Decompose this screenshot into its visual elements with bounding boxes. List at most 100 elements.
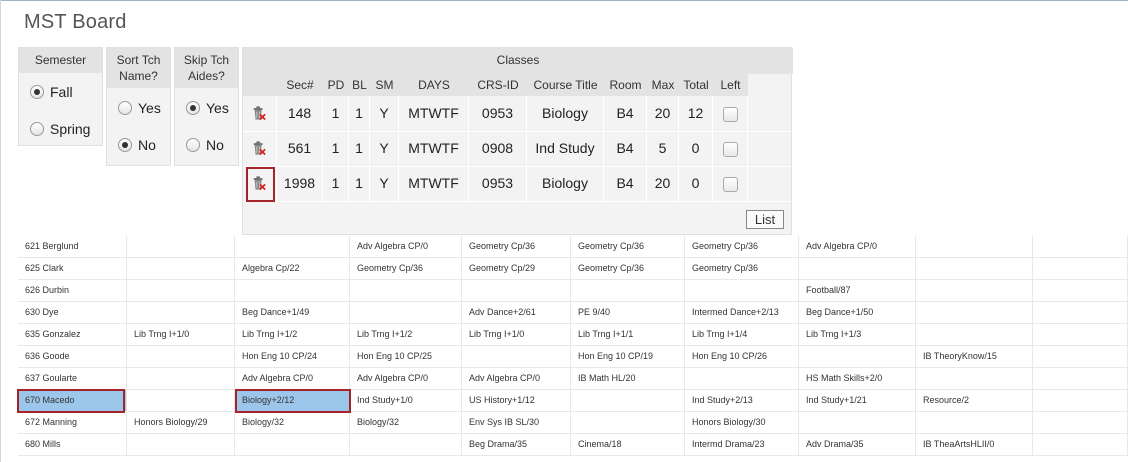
period-cell[interactable] bbox=[1033, 258, 1128, 279]
period-cell[interactable] bbox=[462, 346, 571, 367]
period-cell[interactable]: Geometry Cp/36 bbox=[685, 236, 799, 257]
period-cell[interactable] bbox=[1033, 236, 1128, 257]
period-cell[interactable]: IB TheoryKnow/15 bbox=[916, 346, 1033, 367]
period-cell[interactable] bbox=[127, 302, 235, 323]
period-cell[interactable]: Env Sys IB SL/30 bbox=[462, 412, 571, 433]
period-cell[interactable]: Intermed Dance+2/13 bbox=[685, 302, 799, 323]
period-cell[interactable] bbox=[235, 236, 350, 257]
select-checkbox[interactable] bbox=[723, 107, 738, 122]
teacher-name-cell[interactable]: 630 Dye bbox=[18, 302, 127, 323]
period-cell[interactable] bbox=[571, 280, 685, 301]
period-cell[interactable] bbox=[235, 434, 350, 455]
period-cell[interactable]: Geometry Cp/36 bbox=[462, 236, 571, 257]
radio-empty-icon[interactable] bbox=[186, 138, 200, 152]
period-cell[interactable] bbox=[1033, 346, 1128, 367]
period-cell[interactable]: Geometry Cp/36 bbox=[571, 236, 685, 257]
period-cell[interactable]: Cinema/18 bbox=[571, 434, 685, 455]
period-cell[interactable]: Intermd Drama/23 bbox=[685, 434, 799, 455]
period-cell[interactable]: IB Math HL/20 bbox=[571, 368, 685, 389]
period-cell[interactable] bbox=[127, 368, 235, 389]
period-cell[interactable]: Football/87 bbox=[799, 280, 916, 301]
period-cell[interactable] bbox=[1033, 434, 1128, 455]
period-cell[interactable] bbox=[1033, 280, 1128, 301]
period-cell[interactable]: Ind Study+1/0 bbox=[350, 390, 462, 411]
period-cell[interactable] bbox=[1033, 390, 1128, 411]
period-cell[interactable]: Resource/2 bbox=[916, 390, 1033, 411]
period-cell[interactable] bbox=[685, 280, 799, 301]
period-cell[interactable]: Adv Algebra CP/0 bbox=[799, 236, 916, 257]
period-cell[interactable] bbox=[916, 258, 1033, 279]
period-cell[interactable]: Geometry Cp/29 bbox=[462, 258, 571, 279]
period-cell[interactable] bbox=[235, 280, 350, 301]
period-cell[interactable] bbox=[571, 390, 685, 411]
period-cell[interactable]: Lib Trng I+1/2 bbox=[235, 324, 350, 345]
radio-selected-icon[interactable] bbox=[30, 85, 44, 99]
trash-delete-icon[interactable] bbox=[252, 140, 266, 156]
period-cell[interactable]: Lib Trng I+1/2 bbox=[350, 324, 462, 345]
period-cell[interactable] bbox=[916, 324, 1033, 345]
period-cell[interactable]: PE 9/40 bbox=[571, 302, 685, 323]
period-cell[interactable] bbox=[799, 412, 916, 433]
skip-tch-option-no[interactable]: No bbox=[186, 137, 224, 153]
period-cell[interactable]: Geometry Cp/36 bbox=[571, 258, 685, 279]
period-cell[interactable] bbox=[799, 346, 916, 367]
sort-tch-option-yes[interactable]: Yes bbox=[118, 100, 161, 116]
radio-selected-icon[interactable] bbox=[186, 101, 200, 115]
period-cell[interactable]: Biology/32 bbox=[235, 412, 350, 433]
period-cell[interactable]: Geometry Cp/36 bbox=[685, 258, 799, 279]
period-cell[interactable] bbox=[127, 280, 235, 301]
period-cell[interactable]: Adv Drama/35 bbox=[799, 434, 916, 455]
period-cell[interactable]: Adv Algebra CP/0 bbox=[350, 236, 462, 257]
period-cell[interactable] bbox=[916, 280, 1033, 301]
trash-delete-icon[interactable] bbox=[252, 105, 266, 121]
period-cell[interactable]: Lib Trng I+1/3 bbox=[799, 324, 916, 345]
period-cell[interactable] bbox=[350, 280, 462, 301]
period-cell[interactable]: Honors Biology/30 bbox=[685, 412, 799, 433]
teacher-name-cell[interactable]: 637 Goularte bbox=[18, 368, 127, 389]
period-cell[interactable]: Lib Trng I+1/0 bbox=[462, 324, 571, 345]
period-cell[interactable]: Ind Study+2/13 bbox=[685, 390, 799, 411]
list-button[interactable]: List bbox=[746, 210, 784, 229]
period-cell[interactable] bbox=[1033, 324, 1128, 345]
period-cell[interactable]: Lib Trng I+1/1 bbox=[571, 324, 685, 345]
period-cell[interactable]: Lib Trng I+1/4 bbox=[685, 324, 799, 345]
period-cell[interactable] bbox=[127, 390, 235, 411]
teacher-name-cell[interactable]: 636 Goode bbox=[18, 346, 127, 367]
period-cell[interactable] bbox=[127, 258, 235, 279]
period-cell[interactable]: Beg Drama/35 bbox=[462, 434, 571, 455]
period-cell[interactable] bbox=[350, 302, 462, 323]
teacher-name-cell[interactable]: 635 Gonzalez bbox=[18, 324, 127, 345]
period-cell[interactable]: IB TheaArtsHLII/0 bbox=[916, 434, 1033, 455]
period-cell[interactable] bbox=[799, 258, 916, 279]
period-cell[interactable]: Adv Dance+2/61 bbox=[462, 302, 571, 323]
period-cell[interactable]: Hon Eng 10 CP/26 bbox=[685, 346, 799, 367]
period-cell[interactable]: HS Math Skills+2/0 bbox=[799, 368, 916, 389]
period-cell[interactable] bbox=[916, 236, 1033, 257]
select-checkbox[interactable] bbox=[723, 142, 738, 157]
radio-empty-icon[interactable] bbox=[118, 101, 132, 115]
period-cell[interactable]: Beg Dance+1/49 bbox=[235, 302, 350, 323]
period-cell[interactable] bbox=[127, 434, 235, 455]
period-cell[interactable]: Ind Study+1/21 bbox=[799, 390, 916, 411]
period-cell[interactable] bbox=[916, 412, 1033, 433]
teacher-name-cell[interactable]: 680 Mills bbox=[18, 434, 127, 455]
period-cell[interactable] bbox=[127, 236, 235, 257]
period-cell[interactable]: Biology/32 bbox=[350, 412, 462, 433]
period-cell[interactable]: Honors Biology/29 bbox=[127, 412, 235, 433]
radio-empty-icon[interactable] bbox=[30, 122, 44, 136]
period-cell[interactable]: US History+1/12 bbox=[462, 390, 571, 411]
period-cell[interactable]: Adv Algebra CP/0 bbox=[350, 368, 462, 389]
period-cell[interactable] bbox=[1033, 412, 1128, 433]
teacher-name-cell[interactable]: 626 Durbin bbox=[18, 280, 127, 301]
period-cell[interactable]: Adv Algebra CP/0 bbox=[235, 368, 350, 389]
period-cell[interactable] bbox=[685, 368, 799, 389]
period-cell[interactable]: Lib Trng I+1/0 bbox=[127, 324, 235, 345]
period-cell[interactable]: Adv Algebra CP/0 bbox=[462, 368, 571, 389]
period-cell[interactable] bbox=[916, 368, 1033, 389]
select-checkbox[interactable] bbox=[723, 177, 738, 192]
period-cell[interactable] bbox=[462, 280, 571, 301]
period-cell[interactable]: Hon Eng 10 CP/19 bbox=[571, 346, 685, 367]
period-cell[interactable] bbox=[571, 412, 685, 433]
period-cell[interactable]: Hon Eng 10 CP/25 bbox=[350, 346, 462, 367]
sort-tch-option-no[interactable]: No bbox=[118, 137, 156, 153]
